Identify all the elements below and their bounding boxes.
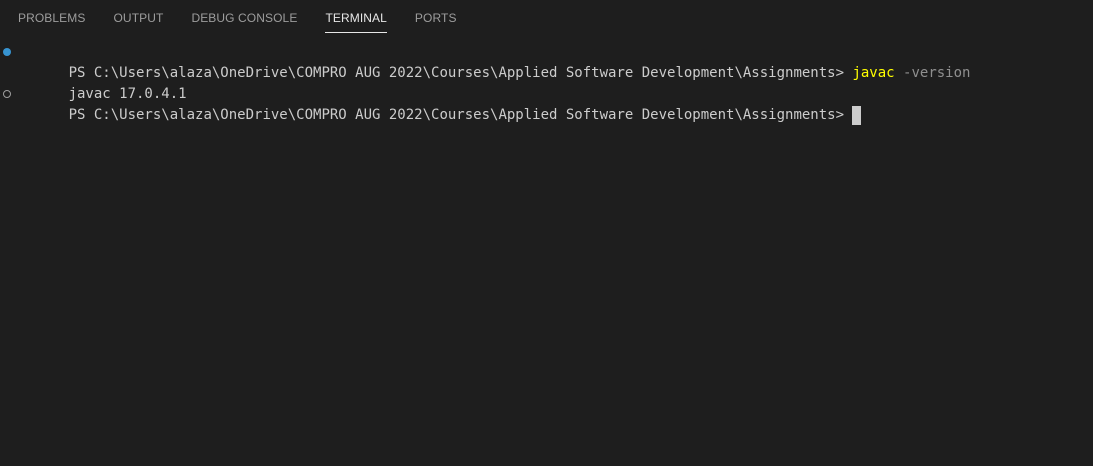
tab-problems[interactable]: PROBLEMS	[9, 0, 95, 36]
tab-debug-console[interactable]: DEBUG CONSOLE	[182, 0, 306, 36]
terminal-output[interactable]: PS C:\Users\alaza\OneDrive\COMPRO AUG 20…	[0, 42, 1093, 466]
terminal-cursor	[852, 106, 862, 125]
terminal-line-command: PS C:\Users\alaza\OneDrive\COMPRO AUG 20…	[0, 42, 1093, 81]
terminal-panel: PROBLEMS OUTPUT DEBUG CONSOLE TERMINAL P…	[0, 0, 1093, 466]
prompt-text: PS C:\Users\alaza\OneDrive\COMPRO AUG 20…	[68, 107, 853, 123]
default-circle-icon[interactable]	[3, 90, 11, 98]
terminal-line-prompt: PS C:\Users\alaza\OneDrive\COMPRO AUG 20…	[0, 84, 1093, 125]
terminal-line-output: javac 17.0.4.1	[0, 63, 1093, 102]
success-dot-icon[interactable]	[3, 48, 11, 56]
tab-output[interactable]: OUTPUT	[105, 0, 173, 36]
panel-tab-bar: PROBLEMS OUTPUT DEBUG CONSOLE TERMINAL P…	[0, 0, 1093, 36]
tab-terminal[interactable]: TERMINAL	[316, 0, 395, 36]
tab-ports[interactable]: PORTS	[406, 0, 466, 36]
